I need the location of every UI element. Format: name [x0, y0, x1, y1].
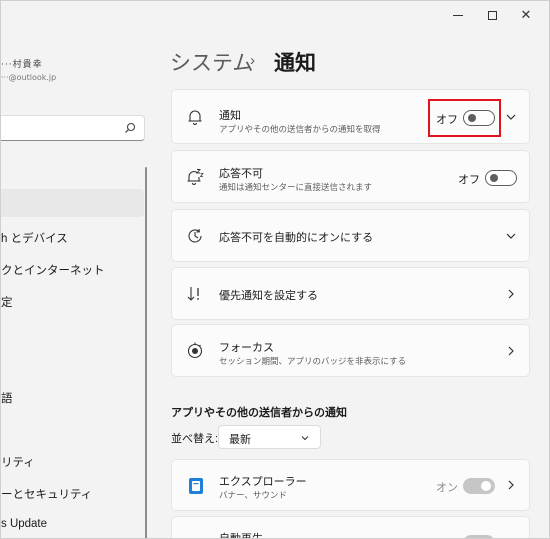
explorer-state-label: オン: [436, 482, 458, 494]
app-subtitle-explorer: バナー、サウンド: [219, 490, 287, 500]
clock-icon: [188, 228, 202, 243]
toggle-knob: [490, 174, 498, 182]
focus-icon: [187, 342, 203, 359]
priority-card[interactable]: 優先通知を設定する: [171, 267, 530, 320]
nav-item-network[interactable]: クとインターネット: [1, 262, 105, 278]
dnd-auto-card[interactable]: 応答不可を自動的にオンにする: [171, 209, 530, 262]
chevron-down-icon[interactable]: [505, 230, 517, 242]
account-name: ···村貴幸: [1, 60, 43, 70]
account-email: ···@outlook.jp: [1, 73, 57, 82]
priority-title: 優先通知を設定する: [219, 290, 318, 302]
dnd-title: 応答不可: [219, 168, 263, 180]
nav-item-accessibility[interactable]: リティ: [1, 454, 35, 470]
close-icon: ✕: [520, 7, 532, 23]
bell-snooze-icon: [187, 169, 204, 185]
breadcrumb-separator: ›: [250, 52, 255, 69]
dnd-auto-title: 応答不可を自動的にオンにする: [219, 232, 374, 244]
chevron-down-icon[interactable]: [505, 111, 517, 123]
sort-label: 並べ替え:: [171, 433, 219, 445]
nav-item-selected[interactable]: [1, 189, 144, 217]
nav-scrollbar[interactable]: [145, 167, 147, 538]
autoplay-toggle[interactable]: [463, 535, 495, 538]
chevron-right-icon[interactable]: [505, 479, 517, 491]
bell-icon: [188, 110, 202, 125]
priority-arrow-icon: [187, 287, 199, 301]
page-title: 通知: [274, 52, 316, 75]
close-button[interactable]: ✕: [509, 4, 543, 26]
chevron-right-icon[interactable]: [505, 288, 517, 300]
sort-dropdown[interactable]: 最新: [218, 425, 321, 449]
search-icon: [125, 122, 136, 133]
app-row-autoplay[interactable]: 自動再生: [171, 516, 530, 539]
settings-window: ✕ ···村貴幸 ···@outlook.jp h とデバイス クとインターネッ…: [0, 0, 550, 539]
toggle-knob: [481, 481, 491, 491]
minimize-icon: [453, 14, 463, 16]
focus-subtitle: セッション期間、アプリのバッジを非表示にする: [219, 356, 407, 366]
breadcrumb-system[interactable]: システム: [170, 47, 253, 77]
maximize-button[interactable]: [475, 4, 509, 26]
search-input[interactable]: [1, 115, 145, 141]
senders-section-title: アプリやその他の送信者からの通知: [171, 407, 347, 419]
nav-item-privacy-security[interactable]: ーとセキュリティ: [1, 486, 92, 502]
app-row-explorer[interactable]: エクスプローラー バナー、サウンド オン: [171, 459, 530, 511]
maximize-icon: [487, 10, 497, 20]
nav-item-devices[interactable]: h とデバイス: [1, 230, 68, 246]
nav-item-settings[interactable]: 定: [1, 294, 13, 310]
sort-value: 最新: [229, 434, 251, 446]
notifications-subtitle: アプリやその他の送信者からの通知を取得: [219, 124, 381, 134]
app-name-explorer: エクスプローラー: [219, 476, 307, 488]
highlight-box: [428, 99, 501, 137]
minimize-button[interactable]: [441, 4, 475, 26]
dnd-state-label: オフ: [458, 174, 480, 186]
nav-item-windows-update[interactable]: s Update: [1, 518, 47, 530]
explorer-toggle[interactable]: [463, 478, 495, 494]
focus-title: フォーカス: [219, 342, 274, 354]
dnd-subtitle: 通知は通知センターに直接送信されます: [219, 182, 373, 192]
nav-item-language[interactable]: 語: [1, 390, 13, 406]
chevron-right-icon[interactable]: [505, 345, 517, 357]
focus-card[interactable]: フォーカス セッション期間、アプリのバッジを非表示にする: [171, 324, 530, 377]
dnd-card[interactable]: 応答不可 通知は通知センターに直接送信されます オフ: [171, 150, 530, 203]
chevron-down-icon: [301, 436, 309, 441]
explorer-app-icon: [189, 478, 203, 494]
app-name-autoplay: 自動再生: [219, 533, 263, 539]
dnd-toggle[interactable]: [485, 170, 517, 186]
notifications-title: 通知: [219, 110, 241, 122]
